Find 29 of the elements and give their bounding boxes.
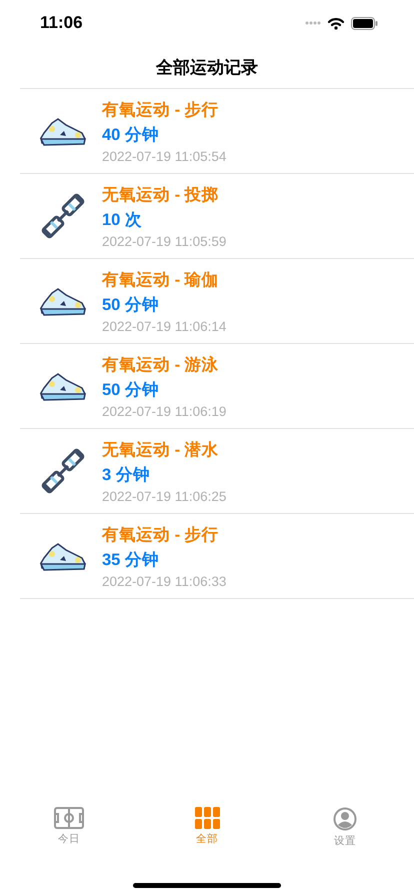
record-time: 2022-07-19 11:05:59: [102, 234, 226, 248]
record-time: 2022-07-19 11:05:54: [102, 148, 226, 164]
record-time: 2022-07-19 11:06:25: [102, 488, 226, 504]
record-title: 无氧运动 - 投掷: [102, 184, 220, 206]
record-amount: 3 分钟: [102, 464, 151, 486]
signal-icon: [305, 21, 321, 25]
record-amount: 10 次: [102, 210, 143, 230]
status-time: 11:06: [40, 13, 83, 33]
tab-item[interactable]: 今日: [29, 807, 109, 848]
record-amount: 50 分钟: [102, 294, 160, 316]
record-amount: 35 分钟: [102, 550, 160, 570]
record-time: 2022-07-19 11:06:33: [102, 574, 226, 588]
field-icon: [54, 807, 84, 829]
record-title: 有氧运动 - 步行: [102, 524, 220, 546]
record-time: 2022-07-19 11:06:14: [102, 318, 226, 334]
record-time: 2022-07-19 11:06:19: [102, 404, 226, 418]
record-title: 有氧运动 - 步行: [102, 100, 220, 120]
tab-item[interactable]: 全部: [167, 807, 247, 848]
wifi-icon: [327, 16, 345, 30]
record-title: 无氧运动 - 潜水: [102, 440, 220, 460]
grid-icon: [194, 807, 220, 829]
record-title: 有氧运动 - 游泳: [102, 354, 220, 376]
record-amount: 50 分钟: [102, 380, 160, 400]
profile-icon: [333, 807, 357, 831]
record-title: 有氧运动 - 瑜伽: [102, 270, 220, 290]
record-amount: 40 分钟: [102, 124, 160, 146]
page-title: 全部运动记录: [156, 56, 258, 78]
battery-icon: [351, 16, 378, 30]
tab-item[interactable]: 设置: [305, 807, 385, 848]
